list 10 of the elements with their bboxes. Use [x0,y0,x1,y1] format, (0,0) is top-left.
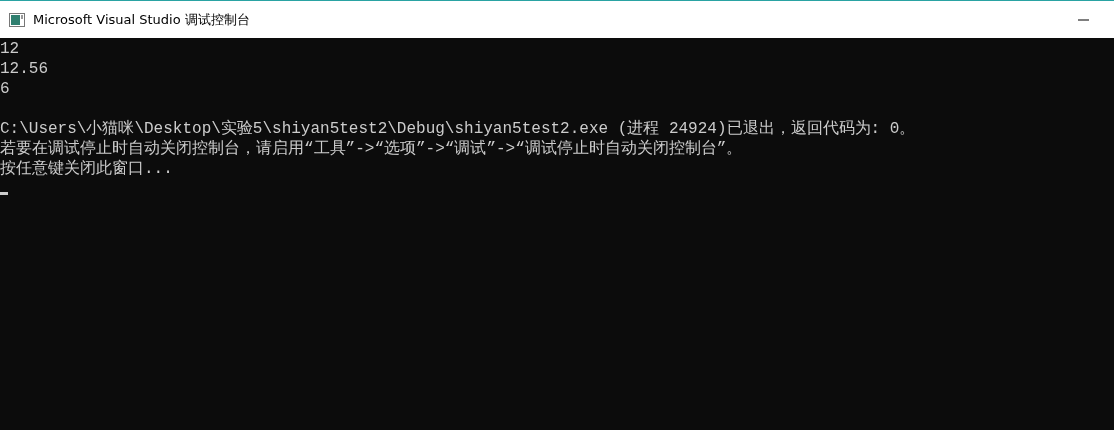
console-line: 6 [0,79,10,99]
text-cursor-icon [0,192,8,195]
console-line: 若要在调试停止时自动关闭控制台，请启用“工具”->“选项”->“调试”->“调试停止时自动关闭控制台”。 [0,139,743,159]
console-line: 12 [0,39,20,59]
console-app-icon [9,12,25,27]
console-line: 12.56 [0,59,48,79]
window-title: Microsoft Visual Studio 调试控制台 [33,10,250,29]
minimize-icon [1077,18,1089,21]
console-line: C:\Users\小猫咪\Desktop\实验5\shiyan5test2\Debug\shiyan5test2.exe (进程 24924)已退出，返回代码为: 0。 [0,119,916,139]
console-line: 按任意键关闭此窗口... [0,159,173,179]
